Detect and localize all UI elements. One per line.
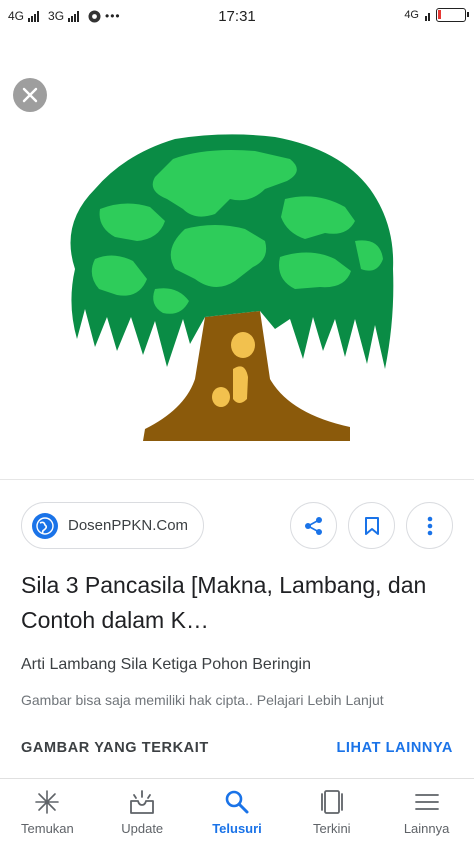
related-images-label: GAMBAR YANG TERKAIT — [21, 740, 209, 756]
source-chip[interactable]: DosenPPKN.Com — [21, 502, 204, 549]
share-icon — [304, 516, 322, 535]
copyright-note[interactable]: Gambar bisa saja memiliki hak cipta.. Pe… — [21, 692, 384, 708]
close-button[interactable] — [13, 78, 47, 112]
recent-cards-icon — [320, 790, 343, 814]
asterisk-icon — [35, 790, 60, 814]
share-button[interactable] — [290, 502, 337, 549]
see-more-link[interactable]: LIHAT LAINNYA — [336, 740, 453, 756]
status-bar: 4G 3G ••• 17:31 4G — [0, 0, 474, 34]
bottom-navigation: Temukan Update Telusuri Terkini Lainnya — [0, 778, 474, 842]
nav-label: Lainnya — [403, 821, 450, 836]
trunk-spot — [231, 332, 255, 358]
nav-item-telusuri[interactable]: Telusuri — [190, 779, 285, 842]
close-icon — [22, 87, 38, 103]
search-icon — [225, 790, 249, 814]
banyan-tree-image — [70, 134, 394, 441]
status-time: 17:31 — [218, 8, 256, 25]
trunk-spot — [212, 387, 230, 407]
nav-item-terkini[interactable]: Terkini — [284, 779, 379, 842]
result-title[interactable]: Sila 3 Pancasila [Makna, Lambang, dan Co… — [21, 568, 461, 638]
nav-label: Telusuri — [212, 821, 262, 836]
nav-label: Terkini — [313, 821, 351, 836]
status-right: 4G — [404, 8, 469, 22]
nav-item-update[interactable]: Update — [95, 779, 190, 842]
source-name: DosenPPKN.Com — [68, 517, 189, 534]
bookmark-button[interactable] — [348, 502, 395, 549]
nav-item-temukan[interactable]: Temukan — [0, 779, 95, 842]
more-options-button[interactable] — [406, 502, 453, 549]
nav-item-lainnya[interactable]: Lainnya — [379, 779, 474, 842]
trunk-spot — [233, 366, 248, 403]
menu-icon — [414, 794, 439, 810]
image-viewer[interactable] — [0, 34, 474, 480]
update-inbox-icon — [130, 790, 155, 814]
network-type-right: 4G — [404, 9, 419, 21]
more-vert-icon — [427, 516, 432, 535]
signal-icon — [425, 10, 430, 21]
nav-label: Update — [121, 821, 164, 836]
nav-label: Temukan — [21, 821, 74, 836]
result-subtitle: Arti Lambang Sila Ketiga Pohon Beringin — [21, 656, 311, 673]
battery-icon — [436, 8, 469, 22]
globe-icon — [32, 512, 58, 539]
bookmark-icon — [364, 516, 379, 535]
